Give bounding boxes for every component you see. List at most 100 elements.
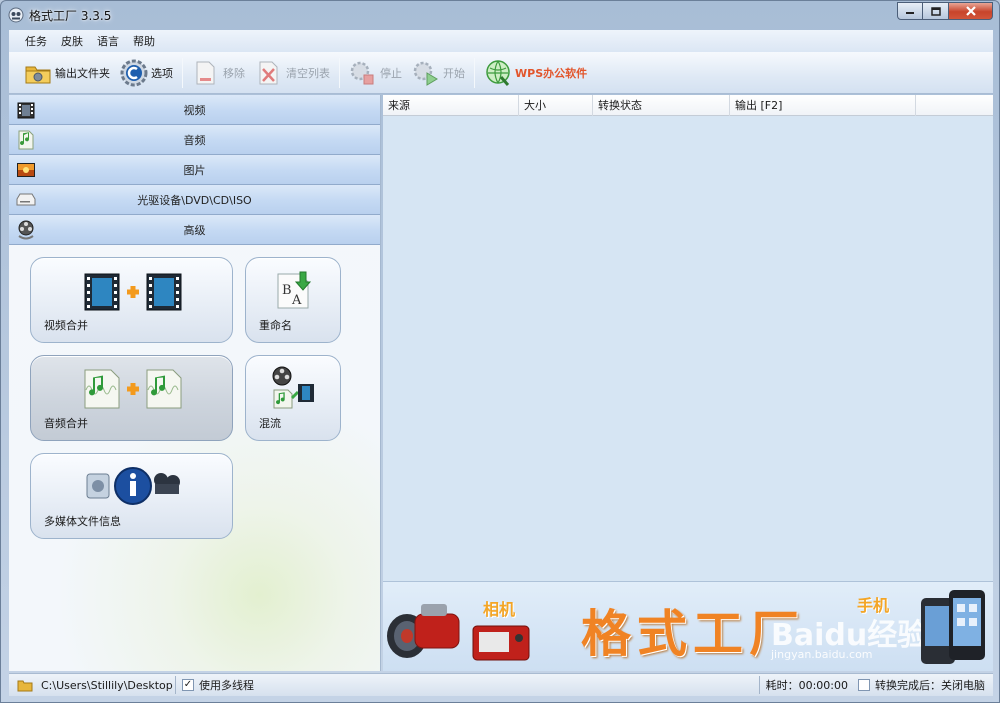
category-video[interactable]: 视频 (9, 95, 380, 125)
category-audio[interactable]: 音频 (9, 125, 380, 155)
category-advanced[interactable]: 高级 (9, 215, 380, 245)
maximize-icon (930, 6, 941, 16)
mux-icon (272, 366, 314, 409)
options-button[interactable]: 选项 (115, 56, 178, 90)
media-info-label: 多媒体文件信息 (44, 515, 121, 528)
banner-camera-label: 相机 (483, 600, 516, 619)
minimize-button[interactable] (897, 2, 923, 20)
media-info-tile[interactable]: 多媒体文件信息 (30, 453, 233, 539)
multithread-option[interactable]: ✓ 使用多线程 (182, 677, 254, 693)
window-title: 格式工厂 3.3.5 (29, 9, 112, 23)
folder-icon (17, 680, 33, 692)
svg-text:A: A (291, 293, 302, 308)
multithread-checkbox[interactable]: ✓ (182, 679, 194, 691)
video-merge-label: 视频合并 (44, 319, 88, 332)
column-status[interactable]: 转换状态 (593, 95, 730, 116)
remove-button[interactable]: 移除 (187, 56, 250, 90)
svg-text:B: B (282, 283, 292, 298)
music-note-icon (18, 130, 34, 150)
rename-icon: B A (277, 271, 312, 309)
category-picture[interactable]: 图片 (9, 155, 380, 185)
phone-icon (921, 590, 985, 664)
title-bar[interactable]: 格式工厂 3.3.5 (1, 1, 999, 29)
options-label: 选项 (151, 66, 173, 80)
camcorder-icon (387, 604, 460, 658)
column-filler (916, 95, 993, 116)
stop-label: 停止 (380, 66, 402, 80)
mux-tile[interactable]: 混流 (245, 355, 341, 441)
output-path[interactable]: C:\Users\Stillily\Desktop (41, 679, 173, 692)
audio-merge-tile[interactable]: 音频合并 (30, 355, 233, 441)
clear-list-icon (259, 61, 278, 84)
app-window: 格式工厂 3.3.5 任务 皮肤 语言 帮助 输出文件夹 选项 移除 清空列表 … (0, 0, 1000, 703)
menu-skin[interactable]: 皮肤 (55, 31, 89, 51)
status-bar: C:\Users\Stillily\Desktop ✓ 使用多线程 耗时：00:… (9, 673, 993, 696)
multithread-label: 使用多线程 (199, 679, 254, 692)
task-list-body[interactable] (383, 117, 993, 581)
gear-icon (120, 59, 148, 86)
task-list-panel: 来源 大小 转换状态 输出 [F2] 相机 格式工厂 手机 Baidu经验 ji… (383, 95, 993, 671)
stop-icon (350, 61, 374, 84)
output-folder-button[interactable]: 输出文件夹 (19, 56, 115, 90)
column-output[interactable]: 输出 [F2] (730, 95, 916, 116)
app-logo-icon (8, 7, 24, 23)
toolbar-separator (339, 57, 340, 88)
digital-camera-icon (472, 625, 530, 661)
window-controls (897, 2, 993, 20)
wps-globe-icon (486, 59, 510, 86)
info-icon (86, 467, 180, 505)
stop-button[interactable]: 停止 (344, 56, 407, 90)
start-button[interactable]: 开始 (407, 56, 470, 90)
category-optical-drive-label: 光驱设备\DVD\CD\ISO (137, 193, 252, 207)
film-icon (17, 102, 35, 119)
menu-bar: 任务 皮肤 语言 帮助 (9, 30, 993, 52)
status-separator (175, 676, 176, 694)
video-merge-icon (84, 273, 182, 311)
close-icon (965, 6, 976, 16)
maximize-button[interactable] (923, 2, 949, 20)
remove-label: 移除 (223, 66, 245, 80)
column-size[interactable]: 大小 (519, 95, 593, 116)
category-audio-label: 音频 (183, 133, 206, 147)
reel-icon (18, 220, 34, 240)
minimize-icon (906, 12, 914, 14)
rename-label: 重命名 (259, 319, 292, 332)
menu-language[interactable]: 语言 (91, 31, 125, 51)
output-folder-label: 输出文件夹 (55, 66, 110, 80)
wps-office-label: WPS办公软件 (515, 66, 588, 80)
picture-icon (17, 163, 35, 177)
start-label: 开始 (443, 66, 465, 80)
start-icon (413, 61, 438, 86)
toolbar-separator (474, 57, 475, 88)
clear-list-button[interactable]: 清空列表 (250, 56, 335, 90)
baidu-watermark-url: jingyan.baidu.com (771, 648, 873, 661)
optical-drive-icon (16, 193, 36, 206)
audio-merge-icon (84, 369, 182, 409)
close-button[interactable] (949, 2, 993, 20)
after-convert-checkbox[interactable] (858, 679, 870, 691)
category-picture-label: 图片 (183, 163, 206, 177)
column-source[interactable]: 来源 (383, 95, 519, 116)
clear-list-label: 清空列表 (286, 66, 330, 80)
menu-task[interactable]: 任务 (19, 31, 53, 51)
video-merge-tile[interactable]: 视频合并 (30, 257, 233, 343)
remove-icon (196, 61, 215, 84)
toolbar-separator (182, 57, 183, 88)
wps-office-button[interactable]: WPS办公软件 (479, 56, 592, 90)
audio-merge-label: 音频合并 (44, 417, 88, 430)
task-table-header: 来源 大小 转换状态 输出 [F2] (383, 95, 993, 116)
toolbar: 输出文件夹 选项 移除 清空列表 停止 开始 WPS办公软件 (9, 52, 993, 94)
mux-label: 混流 (259, 417, 281, 430)
rename-tile[interactable]: B A 重命名 (245, 257, 341, 343)
folder-icon (25, 66, 51, 83)
promo-banner: 相机 格式工厂 手机 Baidu经验 jingyan.baidu.com (383, 581, 993, 671)
category-video-label: 视频 (183, 103, 206, 117)
status-separator (758, 676, 760, 694)
elapsed-time: 耗时：00:00:00 (765, 679, 848, 692)
menu-help[interactable]: 帮助 (127, 31, 161, 51)
category-advanced-label: 高级 (183, 223, 206, 237)
after-convert-label: 转换完成后：关闭电脑 (875, 679, 985, 692)
category-optical-drive[interactable]: 光驱设备\DVD\CD\ISO (9, 185, 380, 215)
status-right: 耗时：00:00:00 转换完成后：关闭电脑 (753, 676, 985, 694)
function-panel: 视频 音频 图片 光驱设备\DVD\CD\ISO 高级 视频合并 B A 重命名… (9, 95, 381, 671)
